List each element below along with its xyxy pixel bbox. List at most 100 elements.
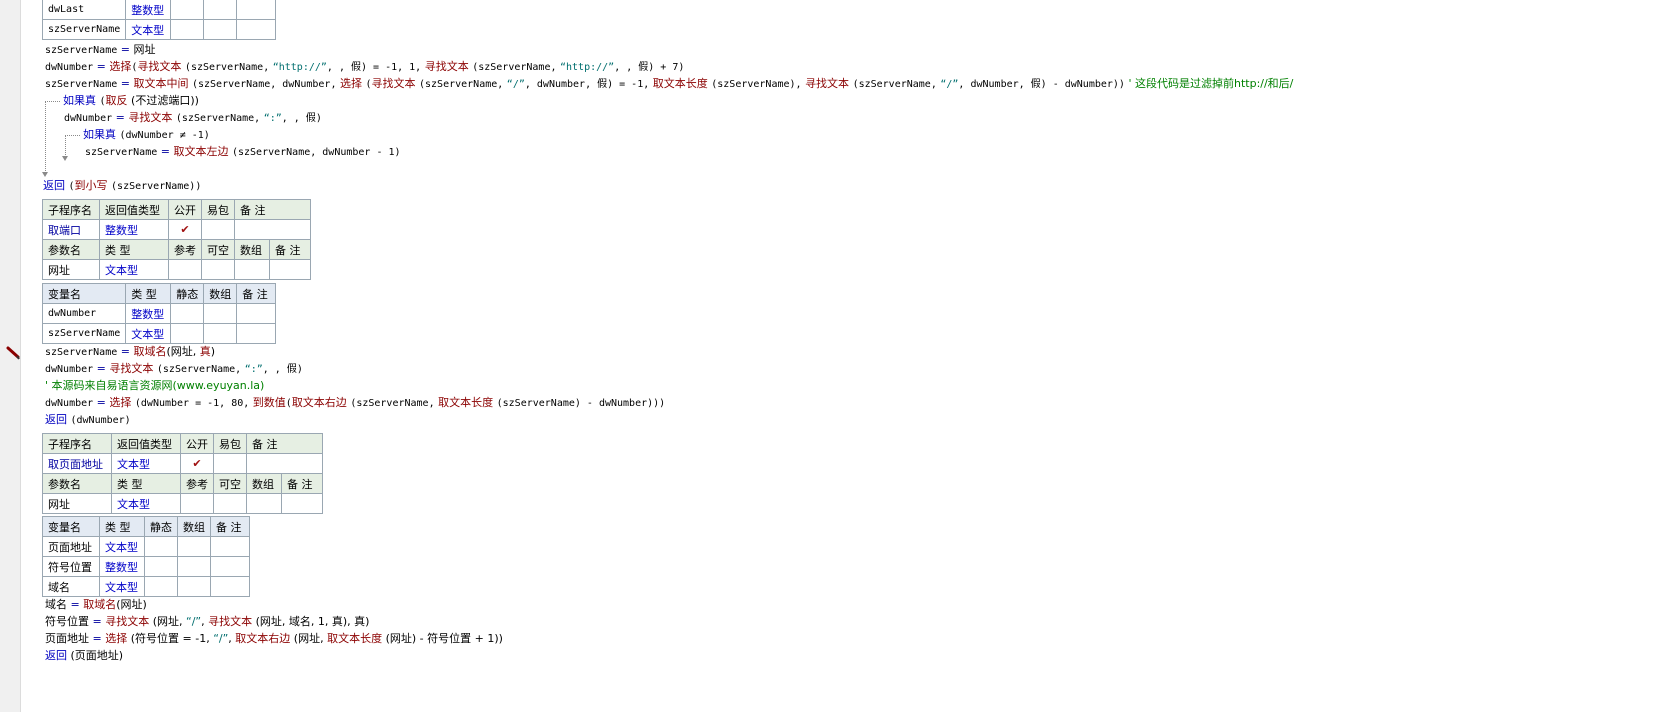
pencil-icon [6,346,20,360]
var-type-cell[interactable]: 文本型 [99,536,145,557]
var-type-cell[interactable]: 文本型 [99,576,145,597]
code-line[interactable]: szServerName = 取文本左边 (szServerName, dwNu… [85,143,401,160]
code-line[interactable]: dwNumber = 选择(寻找文本 (szServerName, “http:… [45,58,684,75]
code-line[interactable]: szServerName = 取文本中间 (szServerName, dwNu… [45,75,1293,92]
var-name-cell[interactable]: 页面地址 [42,536,100,557]
code-line[interactable]: 如果真 (取反 (不过滤端口)) [63,92,199,109]
var-remark-cell[interactable] [210,556,250,577]
var-type-cell[interactable]: 文本型 [125,19,172,40]
var-type-cell[interactable]: 文本型 [125,323,172,344]
var-array-cell[interactable] [177,576,211,597]
function-name: 取文本左边 [173,145,229,158]
var-static-cell[interactable] [170,303,205,324]
var-type-cell[interactable]: 整数型 [99,556,145,577]
var-remark-cell[interactable] [236,0,277,20]
param-nullable-cell[interactable] [201,259,235,280]
var-static-cell[interactable] [170,323,205,344]
param-name-cell[interactable]: 网址 [42,493,112,514]
var-array-cell[interactable] [203,323,238,344]
arguments: (szServerName, [472,62,557,73]
string-literal: “/” [940,79,959,90]
code-line[interactable]: szServerName = 网址 [45,41,155,58]
var-name-cell[interactable]: dwLast [41,0,127,20]
var-type-cell[interactable]: 整数型 [125,0,172,20]
code-line[interactable]: 返回 (页面地址) [45,647,123,664]
code-line[interactable]: dwNumber = 寻找文本 (szServerName, “:”, , 假) [64,109,322,126]
return-type-cell[interactable]: 文本型 [111,453,181,474]
param-name-cell[interactable]: 网址 [42,259,100,280]
local-vars-table: 变量名 类 型 静态 数组 备 注 dwNumber 整数型 szServerN… [41,283,277,344]
flow-line [65,135,80,136]
var-array-cell[interactable] [203,0,238,20]
subroutine-name-cell[interactable]: 取页面地址 [42,453,112,474]
code-line[interactable]: 页面地址 = 选择 (符号位置 = -1, “/”, 取文本右边 (网址, 取文… [45,630,503,647]
param-ref-cell[interactable] [168,259,202,280]
param-array-cell[interactable] [246,493,282,514]
param-type-cell[interactable]: 文本型 [111,493,181,514]
remark-cell[interactable] [246,453,323,474]
arguments: (szServerName), [711,79,802,90]
param-array-cell[interactable] [234,259,270,280]
remark-cell[interactable] [234,219,311,240]
header-cell: 返回值类型 [111,433,181,454]
table-row: 页面地址 文本型 [42,536,250,557]
public-check-icon[interactable]: ✔ [168,219,202,240]
var-array-cell[interactable] [203,19,238,40]
param-ref-cell[interactable] [180,493,214,514]
code-line[interactable]: dwNumber = 寻找文本 (szServerName, “:”, , 假) [45,360,303,377]
string-literal: “/” [506,79,525,90]
var-static-cell[interactable] [144,576,178,597]
arguments: (不过滤端口)) [131,94,199,107]
arguments: (网址, [166,345,197,358]
code-editor[interactable]: dwLast 整数型 szServerName 文本型 szServerName… [41,0,1645,712]
var-static-cell[interactable] [144,556,178,577]
easy-pack-cell[interactable] [201,219,235,240]
param-remark-cell[interactable] [269,259,311,280]
header-cell: 备 注 [269,239,311,260]
var-array-cell[interactable] [177,556,211,577]
var-remark-cell[interactable] [236,323,277,344]
var-remark-cell[interactable] [210,576,250,597]
var-static-cell[interactable] [170,19,205,40]
var-array-cell[interactable] [177,536,211,557]
header-cell: 类 型 [99,239,169,260]
var-array-cell[interactable] [203,303,238,324]
var-name-cell[interactable]: 域名 [42,576,100,597]
function-name: 寻找文本 [208,615,253,628]
variable: 符号位置 [45,615,89,628]
var-remark-cell[interactable] [236,303,277,324]
code-line[interactable]: ' 本源码来自易语言资源网(www.eyuyan.la) [45,377,264,394]
string-literal: “http://” [272,62,327,73]
code-line[interactable]: 如果真 (dwNumber ≠ -1) [83,126,210,143]
param-type-cell[interactable]: 文本型 [99,259,169,280]
var-name-cell[interactable]: dwNumber [41,303,127,324]
arguments: (符号位置 = -1, [130,632,210,645]
var-remark-cell[interactable] [210,536,250,557]
param-nullable-cell[interactable] [213,493,247,514]
var-remark-cell[interactable] [236,19,277,40]
table-row: 取端口 整数型 ✔ [42,219,311,240]
public-check-icon[interactable]: ✔ [180,453,214,474]
easy-pack-cell[interactable] [213,453,247,474]
var-name-cell[interactable]: szServerName [41,19,127,40]
var-static-cell[interactable] [144,536,178,557]
arguments: (网址, [152,615,183,628]
function-name: 选择 [109,396,132,409]
return-type-cell[interactable]: 整数型 [99,219,169,240]
keyword: 返回 [45,649,67,662]
arguments: (网址) [116,598,147,611]
var-type-cell[interactable]: 整数型 [125,303,172,324]
code-line[interactable]: 返回 (到小写 (szServerName)) [43,177,201,194]
subroutine-name-cell[interactable]: 取端口 [42,219,100,240]
code-line[interactable]: szServerName = 取域名(网址, 真) [45,343,215,360]
code-line[interactable]: dwNumber = 选择 (dwNumber = -1, 80, 到数值(取文… [45,394,665,411]
var-static-cell[interactable] [170,0,205,20]
code-line[interactable]: 符号位置 = 寻找文本 (网址, “/”, 寻找文本 (网址, 域名, 1, 真… [45,613,369,630]
param-remark-cell[interactable] [281,493,323,514]
code-line[interactable]: 域名 = 取域名(网址) [45,596,147,613]
arguments: , [228,632,232,645]
value: 网址 [133,43,156,56]
var-name-cell[interactable]: 符号位置 [42,556,100,577]
var-name-cell[interactable]: szServerName [41,323,127,344]
code-line[interactable]: 返回 (dwNumber) [45,411,131,428]
